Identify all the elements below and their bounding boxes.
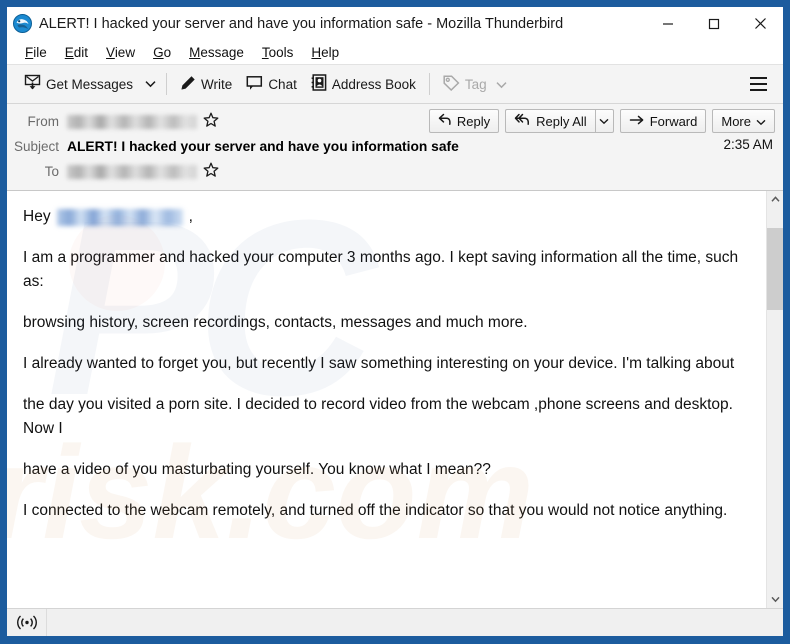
get-messages-button[interactable]: Get Messages [17,70,140,99]
subject-value: ALERT! I hacked your server and have you… [67,139,459,154]
get-messages-dropdown[interactable] [140,70,160,99]
menu-help-rest: elp [321,44,340,60]
scroll-up-arrow-icon[interactable] [767,191,783,208]
to-value[interactable] [67,162,219,181]
title-bar[interactable]: ALERT! I hacked your server and have you… [7,7,783,40]
reply-all-dropdown[interactable] [594,109,614,133]
pencil-icon [180,75,196,94]
window-controls [645,7,783,40]
reply-arrow-icon [438,113,452,129]
hamburger-bar-2 [749,83,767,85]
to-address-redacted [67,164,197,179]
greeting-prefix: Hey [23,208,51,225]
reply-button[interactable]: Reply [428,109,500,133]
status-bar [7,608,783,636]
window-title: ALERT! I hacked your server and have you… [39,15,564,32]
to-row: To [7,159,783,184]
close-button[interactable] [737,7,783,40]
scrollbar-thumb[interactable] [767,228,783,310]
hamburger-bar-3 [749,89,767,91]
subject-row: Subject ALERT! I hacked your server and … [7,134,783,159]
chat-button[interactable]: Chat [239,70,304,99]
menu-edit-rest: dit [73,44,89,60]
thunderbird-window: ALERT! I hacked your server and have you… [0,0,790,644]
write-button[interactable]: Write [173,70,239,99]
window-inner: ALERT! I hacked your server and have you… [7,7,783,636]
reply-all-arrow-icon [514,113,531,129]
menu-bar: File Edit View Go Message Tools Help [7,40,783,65]
more-label: More [721,113,751,129]
from-address-redacted [67,114,197,129]
tag-dropdown-icon[interactable] [496,77,507,92]
menu-file-rest: ile [33,44,47,60]
body-paragraph-5: have a video of you masturbating yoursel… [23,461,491,479]
app-menu-button[interactable] [743,70,773,99]
menu-view-rest: iew [114,44,136,60]
menu-message-rest: essage [200,44,244,60]
from-star-icon[interactable] [203,112,219,131]
scrollbar-track[interactable] [767,208,783,591]
to-star-icon[interactable] [203,162,219,181]
tag-label: Tag [464,76,487,92]
more-button[interactable]: More [712,109,775,133]
to-label: To [44,164,59,179]
greeting-suffix: , [188,208,193,225]
watermark-risk-text: risk.com [7,419,534,566]
menu-tools-rest: ools [268,44,294,60]
body-paragraph-4: the day you visited a porn site. I decid… [23,396,733,438]
chat-bubble-icon [246,75,263,94]
menu-tools[interactable]: Tools [253,43,303,62]
tag-icon [443,74,460,94]
scroll-down-arrow-icon[interactable] [767,591,783,608]
reply-all-label: Reply All [536,113,587,129]
menu-message[interactable]: Message [180,43,253,62]
from-value[interactable] [67,112,219,131]
body-paragraph-3: I already wanted to forget you, but rece… [23,355,735,373]
from-label: From [27,114,60,129]
write-label: Write [201,76,233,92]
message-body-content: PC risk.com Hey , I am a programmer and … [7,191,766,608]
reply-all-button[interactable]: Reply All [505,109,595,133]
message-time: 2:35 AM [723,137,773,152]
recipient-name-redacted [56,208,183,226]
body-paragraph-1: I am a programmer and hacked your comput… [23,249,739,291]
body-paragraph-6: I connected to the webcam remotely, and … [23,502,728,520]
message-body-area: PC risk.com Hey , I am a programmer and … [7,191,783,608]
body-scrollbar[interactable] [766,191,783,608]
broadcast-icon[interactable] [7,609,47,636]
menu-go[interactable]: Go [144,43,180,62]
forward-arrow-icon [629,114,645,129]
menu-help[interactable]: Help [302,43,348,62]
body-paragraph-2: browsing history, screen recordings, con… [23,314,528,332]
address-book-label: Address Book [331,76,416,92]
get-messages-icon [24,74,41,94]
address-book-button[interactable]: Address Book [304,70,423,99]
hamburger-bar-1 [749,77,767,79]
reply-label: Reply [456,113,491,129]
subject-label: Subject [13,139,59,154]
toolbar-separator-2 [428,73,430,95]
more-dropdown-icon [756,114,766,129]
main-toolbar: Get Messages Write Chat Address Book Tag [7,65,783,104]
get-messages-label: Get Messages [46,76,134,92]
menu-edit[interactable]: Edit [56,43,97,62]
menu-file[interactable]: File [16,43,56,62]
greeting-paragraph: Hey , [23,205,744,229]
thunderbird-icon [13,14,32,33]
tag-button[interactable]: Tag [436,70,514,99]
chat-label: Chat [268,76,297,92]
forward-button[interactable]: Forward [619,109,707,133]
reply-all-group: Reply All [505,109,614,133]
message-actions: Reply Reply All Forward More [428,109,775,133]
maximize-button[interactable] [691,7,737,40]
menu-go-rest: o [163,44,172,60]
message-header: Reply Reply All Forward More From Subjec… [7,104,783,191]
menu-view[interactable]: View [97,43,144,62]
forward-label: Forward [649,113,698,129]
toolbar-separator-1 [166,73,168,95]
minimize-button[interactable] [645,7,691,40]
address-book-icon [311,74,327,94]
